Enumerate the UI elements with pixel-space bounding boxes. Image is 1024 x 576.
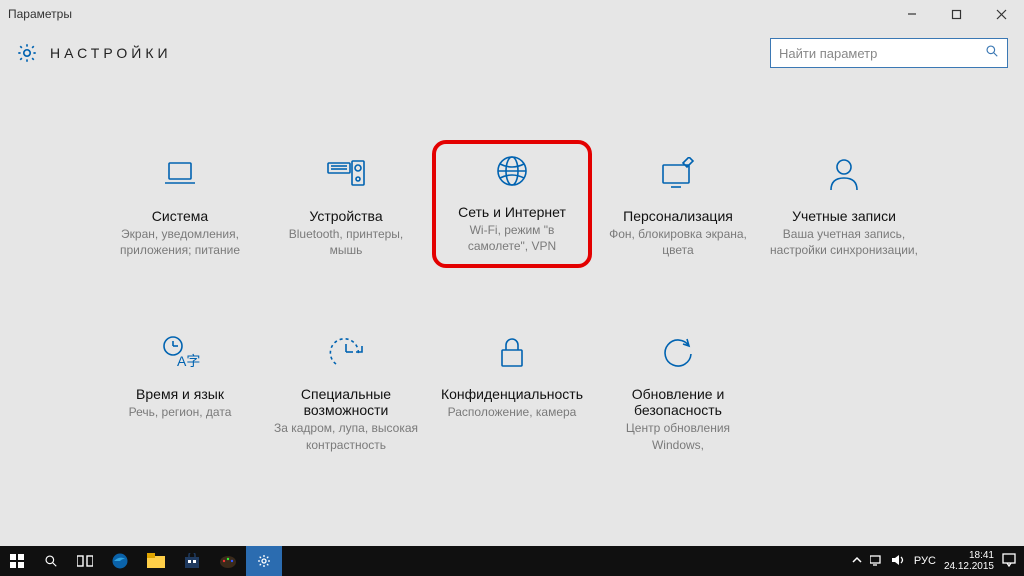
user-icon [766, 154, 922, 196]
gear-icon [16, 42, 38, 64]
tile-time-language[interactable]: A字 Время и язык Речь, регион, дата [100, 328, 260, 456]
search-input[interactable] [779, 46, 985, 61]
search-box[interactable] [770, 38, 1008, 68]
taskbar-app-explorer[interactable] [138, 546, 174, 576]
taskbar-app-store[interactable] [174, 546, 210, 576]
tile-desc: Речь, регион, дата [102, 404, 258, 420]
tray-notifications-icon[interactable] [1002, 553, 1016, 570]
tray-date: 24.12.2015 [944, 561, 994, 572]
window-title: Параметры [8, 7, 72, 21]
tile-personalization[interactable]: Персонализация Фон, блокировка экрана, ц… [598, 150, 758, 268]
taskbar-search-button[interactable] [34, 546, 68, 576]
tile-accounts[interactable]: Учетные записи Ваша учетная запись, наст… [764, 150, 924, 268]
tile-desc: Фон, блокировка экрана, цвета [600, 226, 756, 258]
tile-desc: За кадром, лупа, высокая контрастность [268, 420, 424, 452]
tile-label: Время и язык [102, 386, 258, 402]
system-tray[interactable]: РУС 18:41 24.12.2015 [844, 546, 1024, 576]
tile-system[interactable]: Система Экран, уведомления, приложения; … [100, 150, 260, 268]
task-view-button[interactable] [68, 546, 102, 576]
time-language-icon: A字 [102, 332, 258, 374]
page-title: НАСТРОЙКИ [50, 45, 172, 61]
tile-desc: Ваша учетная запись, настройки синхрониз… [766, 226, 922, 258]
tile-label: Система [102, 208, 258, 224]
tray-chevron-up-icon[interactable] [852, 555, 862, 568]
svg-text:A字: A字 [177, 353, 200, 369]
settings-header: НАСТРОЙКИ [0, 28, 1024, 78]
tile-desc: Центр обновления Windows, [600, 420, 756, 452]
tile-label: Конфиденциальность [434, 386, 590, 402]
tile-devices[interactable]: Устройства Bluetooth, принтеры, мышь [266, 150, 426, 268]
devices-icon [268, 154, 424, 196]
tile-desc: Экран, уведомления, приложения; питание [102, 226, 258, 258]
window-minimize-button[interactable] [889, 0, 934, 28]
tile-label: Специальные возможности [268, 386, 424, 418]
taskbar-spacer [282, 546, 844, 576]
globe-icon [438, 150, 586, 192]
tray-volume-icon[interactable] [892, 554, 906, 569]
tile-label: Учетные записи [766, 208, 922, 224]
tile-label: Обновление и безопасность [600, 386, 756, 418]
lock-icon [434, 332, 590, 374]
tile-network[interactable]: Сеть и Интернет Wi-Fi, режим "в самолете… [432, 140, 592, 268]
tile-update[interactable]: Обновление и безопасность Центр обновлен… [598, 328, 758, 456]
tray-clock[interactable]: 18:41 24.12.2015 [944, 550, 994, 572]
tile-ease-of-access[interactable]: Специальные возможности За кадром, лупа,… [266, 328, 426, 456]
tray-time: 18:41 [944, 550, 994, 561]
taskbar-app-edge[interactable] [102, 546, 138, 576]
start-button[interactable] [0, 546, 34, 576]
laptop-icon [102, 154, 258, 196]
tile-label: Персонализация [600, 208, 756, 224]
taskbar-app-paint[interactable] [210, 546, 246, 576]
window-maximize-button[interactable] [934, 0, 979, 28]
tray-network-icon[interactable] [870, 554, 884, 569]
tile-privacy[interactable]: Конфиденциальность Расположение, камера [432, 328, 592, 456]
tile-label: Устройства [268, 208, 424, 224]
personalization-icon [600, 154, 756, 196]
ease-of-access-icon [268, 332, 424, 374]
tile-desc: Wi-Fi, режим "в самолете", VPN [438, 222, 586, 254]
update-icon [600, 332, 756, 374]
tray-language[interactable]: РУС [914, 555, 936, 567]
window-titlebar: Параметры [0, 0, 1024, 28]
tile-label: Сеть и Интернет [438, 204, 586, 220]
settings-grid: Система Экран, уведомления, приложения; … [0, 78, 1024, 457]
search-icon [985, 44, 999, 63]
window-close-button[interactable] [979, 0, 1024, 28]
taskbar: РУС 18:41 24.12.2015 [0, 546, 1024, 576]
empty-cell [764, 328, 924, 456]
tile-desc: Расположение, камера [434, 404, 590, 420]
tile-desc: Bluetooth, принтеры, мышь [268, 226, 424, 258]
taskbar-app-settings[interactable] [246, 546, 282, 576]
